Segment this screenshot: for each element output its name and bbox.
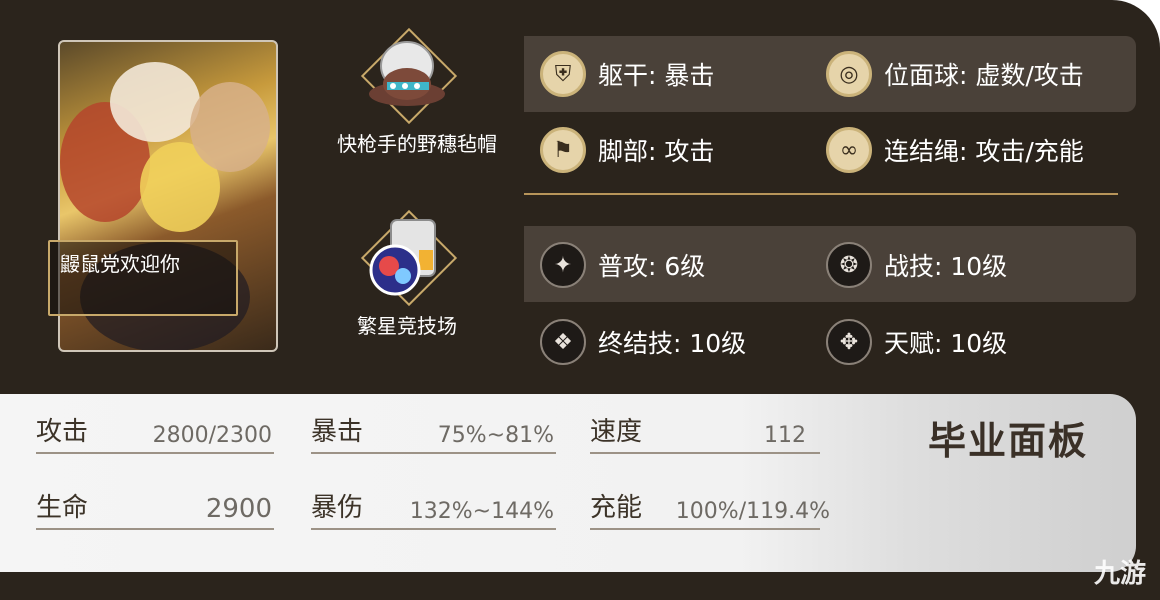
relic-set-2-name: 繁星竞技场 (357, 314, 457, 338)
skill-basic-label: 普攻: 6级 (598, 252, 706, 281)
ultimate-icon: ❖ (540, 319, 586, 365)
stat-energy-regen: 充能 100%/119.4% (590, 490, 830, 530)
stat-speed-value: 112 (764, 423, 806, 448)
stat-speed-key: 速度 (590, 417, 643, 447)
main-stat-rope-label: 连结绳: 攻击/充能 (884, 137, 1084, 166)
skill-basic: ✦ 普攻: 6级 (540, 240, 705, 290)
stat-atk-value: 2800/2300 (152, 423, 272, 448)
main-stat-feet-label: 脚部: 攻击 (598, 137, 715, 166)
stat-atk: 攻击 2800/2300 (36, 414, 274, 454)
hat-relic-icon (357, 24, 458, 125)
stat-hp: 生命 2900 (36, 490, 274, 530)
stat-crit-dmg-key: 暴伤 (311, 493, 364, 523)
main-stat-rope: ∞ 连结绳: 攻击/充能 (826, 125, 1084, 175)
main-stat-body: ⛨ 躯干: 暴击 (540, 49, 714, 99)
stat-hp-value: 2900 (205, 494, 272, 524)
stat-atk-key: 攻击 (36, 417, 89, 447)
skill-ultimate-label: 终结技: 10级 (598, 329, 747, 358)
stat-energy-regen-value: 100%/119.4% (675, 499, 830, 524)
stat-energy-regen-key: 充能 (590, 493, 643, 523)
stat-crit-dmg: 暴伤 132%~144% (311, 490, 556, 530)
lightcone-name: 鼹鼠党欢迎你 (60, 252, 180, 276)
stat-crit-rate-key: 暴击 (311, 417, 364, 447)
skill-icon: ❂ (826, 242, 872, 288)
planar-relic-icon (357, 206, 458, 307)
link-rope-icon: ∞ (826, 127, 872, 173)
main-stat-body-label: 躯干: 暴击 (598, 61, 715, 90)
skill-ultimate: ❖ 终结技: 10级 (540, 317, 746, 367)
stat-crit-rate: 暴击 75%~81% (311, 414, 556, 454)
stat-hp-key: 生命 (36, 493, 89, 523)
boots-icon: ⚑ (540, 127, 586, 173)
skill-talent-label: 天赋: 10级 (884, 329, 1008, 358)
armor-icon: ⛨ (540, 51, 586, 97)
relic-set-1-name: 快枪手的野穗毡帽 (337, 132, 497, 156)
lightcone-name-box: 鼹鼠党欢迎你 (48, 240, 238, 316)
site-watermark: 九游 (1093, 559, 1146, 589)
stat-crit-rate-value: 75%~81% (437, 423, 554, 448)
skill-skill: ❂ 战技: 10级 (826, 240, 1007, 290)
planar-sphere-icon: ◎ (826, 51, 872, 97)
talent-icon: ✥ (826, 319, 872, 365)
relic-set-1: 快枪手的野穗毡帽 (337, 24, 497, 157)
basic-attack-icon: ✦ (540, 242, 586, 288)
skill-skill-label: 战技: 10级 (884, 252, 1008, 281)
panel-title: 毕业面板 (928, 418, 1089, 463)
section-divider (524, 193, 1118, 195)
stat-speed: 速度 112 (590, 414, 820, 454)
skill-talent: ✥ 天赋: 10级 (826, 317, 1007, 367)
relic-set-2: 繁星竞技场 (337, 206, 477, 339)
stat-crit-dmg-value: 132%~144% (409, 499, 554, 524)
main-stat-sphere: ◎ 位面球: 虚数/攻击 (826, 49, 1084, 99)
main-stat-feet: ⚑ 脚部: 攻击 (540, 125, 714, 175)
main-stat-sphere-label: 位面球: 虚数/攻击 (884, 61, 1084, 90)
